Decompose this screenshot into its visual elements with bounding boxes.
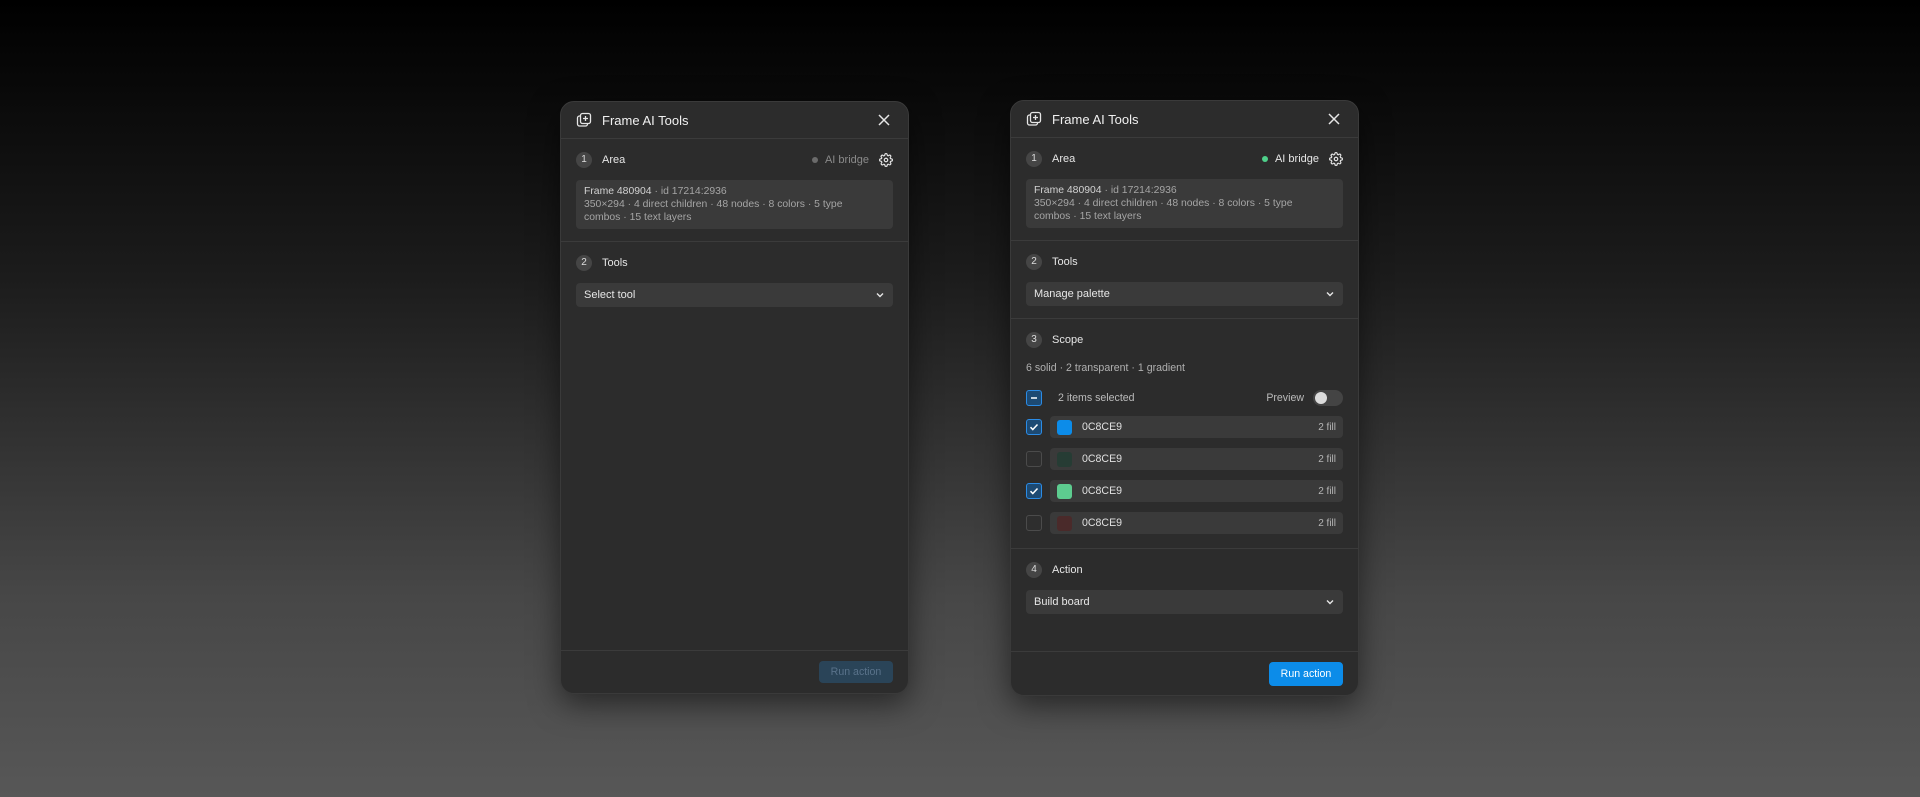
run-action-button[interactable]: Run action xyxy=(1269,661,1343,686)
chevron-down-icon xyxy=(1326,292,1334,297)
color-row: 0C8CE9 2 fill xyxy=(1026,480,1343,502)
ai-bridge-label: AI bridge xyxy=(1274,152,1319,165)
color-hex: 0C8CE9 xyxy=(1082,453,1123,465)
section-title: Scope xyxy=(1052,333,1084,346)
frame-ai-tools-panel-palette: Frame AI Tools 1 Area AI bridge Frame 48… xyxy=(1010,100,1359,696)
toggle-knob xyxy=(1315,392,1327,404)
status-dot-icon xyxy=(1261,155,1268,162)
section-title: Tools xyxy=(1052,255,1078,268)
step-number: 1 xyxy=(576,151,592,168)
frame-info-card: Frame 480904 · id 17214:2936 350×294 · 4… xyxy=(576,180,893,229)
select-all-checkbox[interactable] xyxy=(1026,390,1042,406)
color-row: 0C8CE9 2 fill xyxy=(1026,416,1343,438)
action-select-value: Build board xyxy=(1034,596,1090,608)
frame-details: 350×294 · 4 direct children · 48 nodes ·… xyxy=(584,199,843,210)
color-row: 0C8CE9 2 fill xyxy=(1026,448,1343,470)
fill-count: 2 fill xyxy=(1318,453,1336,465)
color-hex: 0C8CE9 xyxy=(1082,421,1123,433)
scope-section: 3 Scope 6 solid · 2 transparent · 1 grad… xyxy=(1011,319,1358,549)
color-chip[interactable]: 0C8CE9 2 fill xyxy=(1050,512,1343,534)
frame-name: Frame 480904 xyxy=(584,186,652,197)
select-all-row: 2 items selected Preview xyxy=(1026,390,1343,406)
tool-select[interactable]: Select tool xyxy=(576,283,893,307)
color-hex: 0C8CE9 xyxy=(1082,517,1123,529)
color-chip[interactable]: 0C8CE9 2 fill xyxy=(1050,480,1343,502)
color-checkbox[interactable] xyxy=(1026,451,1042,467)
step-number: 2 xyxy=(1026,253,1042,270)
tool-select-value: Select tool xyxy=(584,289,636,301)
frame-name: Frame 480904 xyxy=(1034,185,1102,196)
ai-bridge-status: AI bridge xyxy=(1261,152,1319,165)
section-title: Tools xyxy=(602,256,628,269)
status-dot-icon xyxy=(811,156,818,163)
fill-count: 2 fill xyxy=(1318,421,1336,433)
step-number: 3 xyxy=(1026,331,1042,348)
preview-toggle[interactable] xyxy=(1313,390,1343,406)
check-icon xyxy=(1029,423,1039,431)
selected-count: 2 items selected xyxy=(1058,392,1135,404)
fill-count: 2 fill xyxy=(1318,517,1336,529)
fill-count: 2 fill xyxy=(1318,485,1336,497)
frame-id: id 17214:2936 xyxy=(1110,185,1177,196)
color-swatch xyxy=(1057,515,1072,531)
color-chip[interactable]: 0C8CE9 2 fill xyxy=(1050,448,1343,470)
frame-details: 350×294 · 4 direct children · 48 nodes ·… xyxy=(1034,198,1293,209)
frame-details-cont: combos · 15 text layers xyxy=(1034,211,1142,222)
section-title: Area xyxy=(1052,152,1076,165)
color-swatch xyxy=(1057,483,1072,499)
color-row: 0C8CE9 2 fill xyxy=(1026,512,1343,534)
action-section: 4 Action Build board xyxy=(1011,549,1358,626)
frame-id: id 17214:2936 xyxy=(660,186,727,197)
run-action-button[interactable]: Run action xyxy=(819,661,893,683)
chevron-down-icon xyxy=(876,293,884,298)
frame-info-card: Frame 480904 · id 17214:2936 350×294 · 4… xyxy=(1026,179,1343,228)
preview-label: Preview xyxy=(1266,392,1304,404)
panel-footer: Run action xyxy=(561,650,908,693)
panel-footer: Run action xyxy=(1011,651,1358,695)
panel-header: Frame AI Tools xyxy=(561,102,908,139)
gear-icon[interactable] xyxy=(879,152,893,167)
tool-select-value: Manage palette xyxy=(1034,288,1110,300)
step-number: 4 xyxy=(1026,561,1042,578)
section-title: Area xyxy=(602,153,626,166)
color-swatch xyxy=(1057,451,1072,467)
area-section: 1 Area AI bridge Frame 480904 · id 17214… xyxy=(1011,138,1358,241)
close-icon[interactable] xyxy=(875,111,893,129)
action-select[interactable]: Build board xyxy=(1026,590,1343,614)
step-number: 1 xyxy=(1026,150,1042,167)
tool-select[interactable]: Manage palette xyxy=(1026,282,1343,306)
minus-icon xyxy=(1031,397,1037,399)
panel-title: Frame AI Tools xyxy=(602,112,689,128)
panel-header: Frame AI Tools xyxy=(1011,101,1358,138)
close-icon[interactable] xyxy=(1325,110,1343,128)
tools-section: 2 Tools Select tool xyxy=(561,242,908,319)
color-summary: 6 solid · 2 transparent · 1 gradient xyxy=(1026,362,1185,374)
color-checkbox[interactable] xyxy=(1026,419,1042,435)
color-swatch xyxy=(1057,419,1072,435)
ai-bridge-label: AI bridge xyxy=(824,153,869,166)
ai-bridge-status: AI bridge xyxy=(811,153,869,166)
frame-details-cont: combos · 15 text layers xyxy=(584,212,692,223)
frame-ai-tools-panel-empty: Frame AI Tools 1 Area AI bridge Frame 48… xyxy=(560,101,909,694)
color-hex: 0C8CE9 xyxy=(1082,485,1123,497)
plugin-logo-icon xyxy=(576,112,592,128)
gear-icon[interactable] xyxy=(1329,151,1343,166)
panel-title: Frame AI Tools xyxy=(1052,111,1139,127)
color-chip[interactable]: 0C8CE9 2 fill xyxy=(1050,416,1343,438)
check-icon xyxy=(1029,487,1039,495)
area-section: 1 Area AI bridge Frame 480904 · id 17214… xyxy=(561,139,908,242)
color-checkbox[interactable] xyxy=(1026,515,1042,531)
tools-section: 2 Tools Manage palette xyxy=(1011,241,1358,319)
plugin-logo-icon xyxy=(1026,111,1042,127)
section-title: Action xyxy=(1052,563,1083,576)
step-number: 2 xyxy=(576,254,592,271)
chevron-down-icon xyxy=(1326,600,1334,605)
color-checkbox[interactable] xyxy=(1026,483,1042,499)
